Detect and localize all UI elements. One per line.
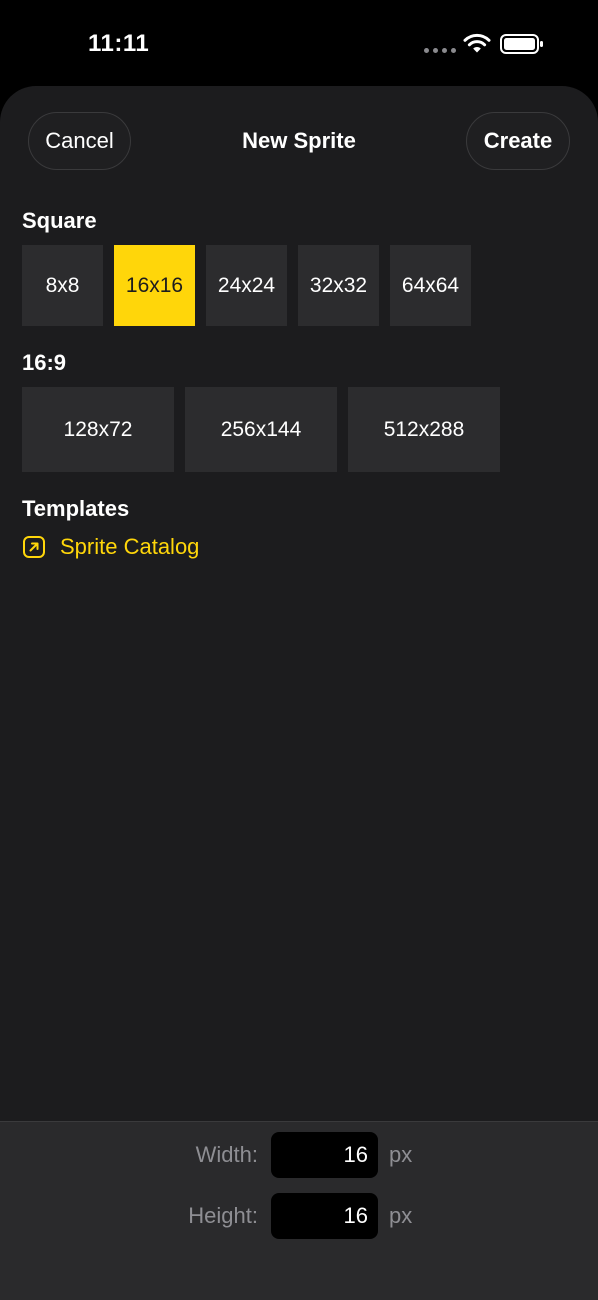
battery-icon	[500, 34, 543, 54]
arrow-up-right-square-icon	[23, 536, 45, 558]
width-row: Width: px	[0, 1132, 598, 1178]
wide-size-options: 128x72 256x144 512x288	[22, 387, 500, 472]
square-size-options: 8x8 16x16 24x24 32x32 64x64	[22, 245, 471, 326]
size-option-64x64[interactable]: 64x64	[390, 245, 471, 326]
dimension-panel: Width: px Height: px	[0, 1121, 598, 1300]
wide-section-title: 16:9	[22, 350, 67, 375]
height-input[interactable]	[271, 1193, 378, 1239]
size-option-32x32[interactable]: 32x32	[298, 245, 379, 326]
create-button[interactable]: Create	[466, 112, 570, 170]
height-unit: px	[389, 1203, 413, 1228]
height-row: Height: px	[0, 1193, 598, 1239]
size-option-128x72[interactable]: 128x72	[22, 387, 174, 472]
sprite-catalog-link[interactable]: Sprite Catalog	[22, 534, 199, 560]
cellular-signal-icon	[424, 48, 456, 53]
width-label: Width:	[195, 1142, 258, 1167]
wifi-icon	[463, 33, 491, 53]
height-label: Height:	[188, 1203, 258, 1228]
size-option-8x8[interactable]: 8x8	[22, 245, 103, 326]
nav-bar: Cancel New Sprite Create	[0, 86, 598, 196]
width-input[interactable]	[271, 1132, 378, 1178]
width-unit: px	[389, 1142, 413, 1167]
templates-section-title: Templates	[22, 496, 130, 521]
size-option-24x24[interactable]: 24x24	[206, 245, 287, 326]
square-section-title: Square	[22, 208, 97, 233]
sprite-catalog-label: Sprite Catalog	[60, 534, 200, 559]
status-time: 11:11	[88, 30, 150, 57]
size-option-16x16[interactable]: 16x16	[114, 245, 195, 326]
new-sprite-sheet: Cancel New Sprite Create Square 8x8 16x1…	[0, 86, 598, 1300]
size-option-512x288[interactable]: 512x288	[348, 387, 500, 472]
status-bar: 11:11	[0, 0, 598, 86]
size-option-256x144[interactable]: 256x144	[185, 387, 337, 472]
